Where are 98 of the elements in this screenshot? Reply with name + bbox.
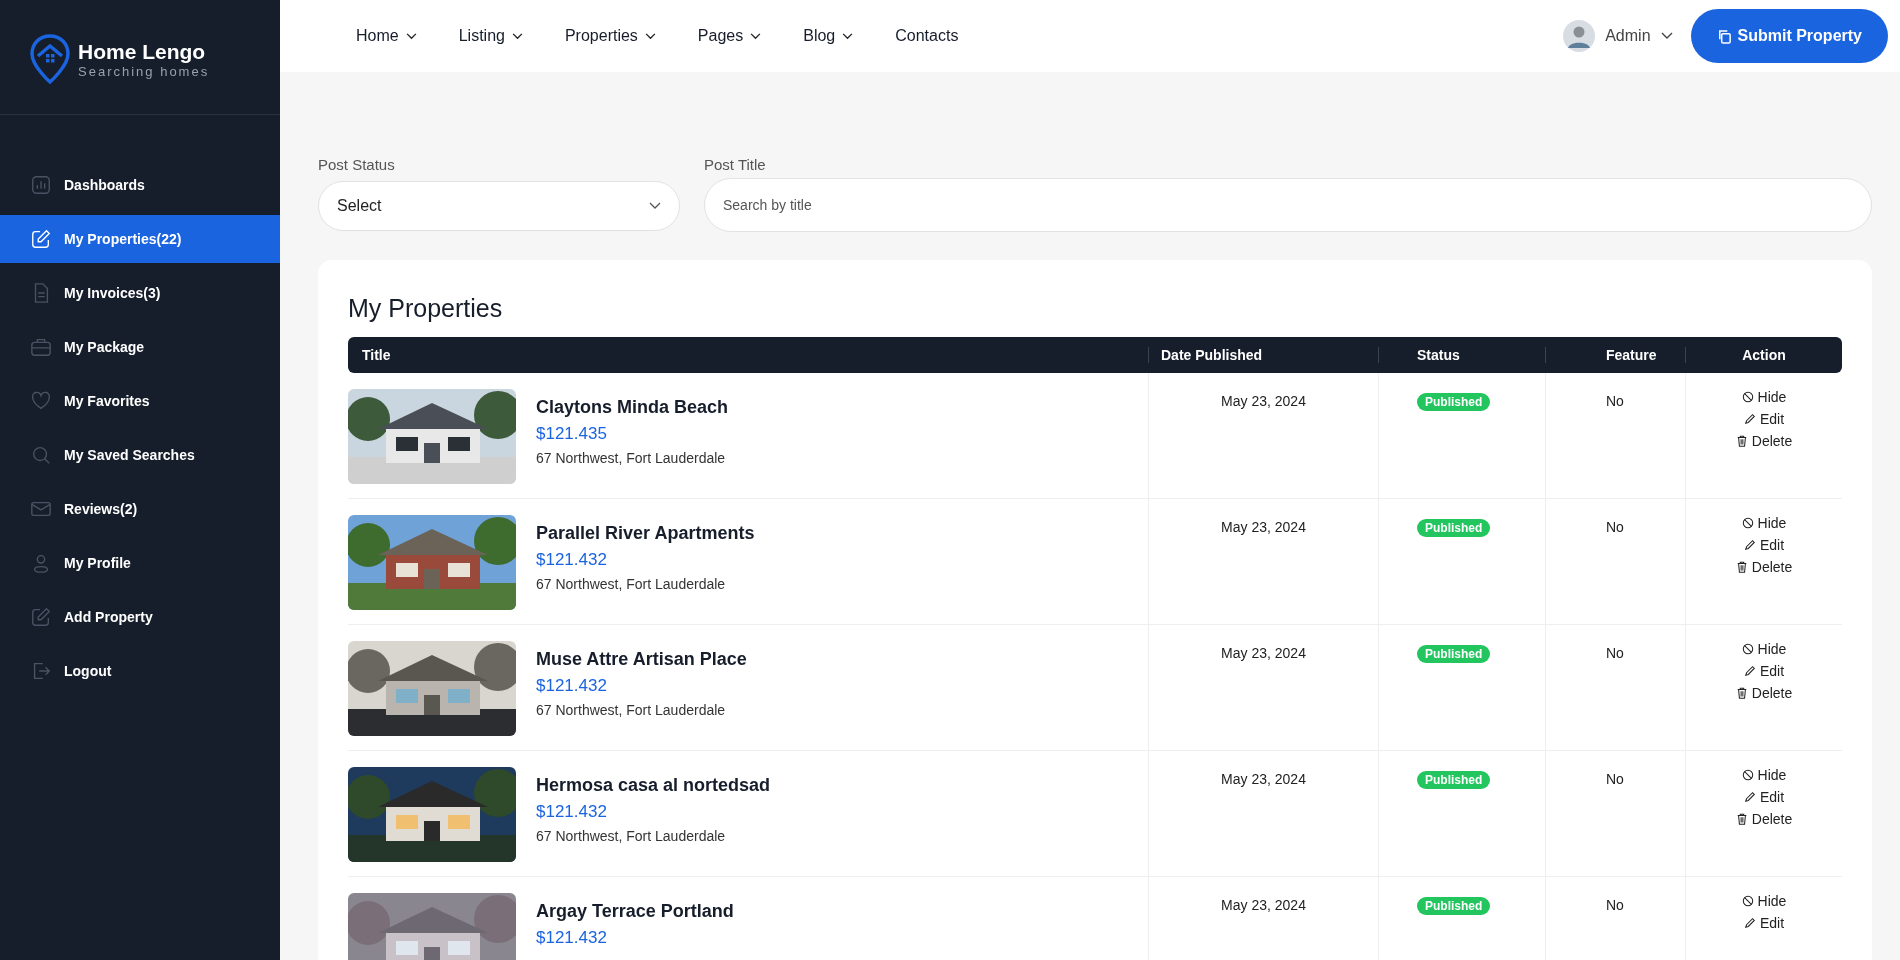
feature-text: No (1606, 897, 1624, 913)
property-name[interactable]: Hermosa casa al nortedsad (536, 775, 771, 796)
property-price: $121.432 (536, 928, 608, 948)
nav-link[interactable]: Home (356, 27, 417, 45)
nav-link[interactable]: Properties (564, 27, 656, 45)
search-icon (30, 444, 52, 466)
action-link[interactable]: Delete (1735, 685, 1793, 701)
action-link[interactable]: Edit (1743, 915, 1785, 931)
hide-icon (1741, 517, 1754, 529)
action-link[interactable]: Edit (1743, 537, 1785, 553)
date-text: May 23, 2024 (1221, 771, 1306, 787)
chevron-down-icon (649, 202, 661, 210)
chart-icon (30, 174, 52, 196)
card-title: My Properties (348, 294, 504, 323)
field-label: Post Status (318, 156, 396, 173)
hide-icon (1741, 643, 1754, 655)
action-link[interactable]: Edit (1743, 789, 1785, 805)
briefcase-icon (30, 336, 52, 358)
action-link[interactable]: Hide (1741, 893, 1787, 909)
date-text: May 23, 2024 (1221, 519, 1306, 535)
action-link[interactable]: Delete (1735, 811, 1793, 827)
action-link[interactable]: Hide (1741, 515, 1787, 531)
column-header: Date Published (1148, 347, 1378, 363)
search-field[interactable]: Search by title (704, 178, 1872, 232)
chevron-down-icon (1660, 32, 1673, 40)
status-badge: Published (1417, 897, 1491, 915)
feature-text: No (1606, 771, 1624, 787)
nav-link[interactable]: Blog (803, 27, 854, 45)
status-badge: Published (1417, 771, 1491, 789)
house-pin-icon (30, 34, 70, 84)
trash-icon (1735, 435, 1748, 447)
sidebar-item[interactable]: My Properties(22) (0, 215, 280, 263)
action-link[interactable]: Delete (1735, 559, 1793, 575)
property-address: 67 Northwest, Fort Lauderdale (536, 702, 727, 718)
nav-link[interactable]: Pages (697, 27, 762, 45)
trash-icon (1735, 561, 1748, 573)
property-price: $121.432 (536, 676, 608, 696)
sidebar-item[interactable]: My Saved Searches (0, 431, 280, 479)
action-link[interactable]: Delete (1735, 433, 1793, 449)
copy-icon (1716, 28, 1732, 44)
action-link[interactable]: Hide (1741, 767, 1787, 783)
property-address: 67 Northwest, Fort Lauderdale (536, 576, 727, 592)
edit-icon (30, 228, 52, 250)
edit-icon (1743, 665, 1756, 677)
property-name[interactable]: Claytons Minda Beach (536, 397, 729, 418)
edit-icon (1743, 791, 1756, 803)
sidebar-item[interactable]: Add Property (0, 593, 280, 641)
status-badge: Published (1417, 645, 1491, 663)
column-header: Feature (1545, 347, 1685, 363)
property-price: $121.432 (536, 550, 608, 570)
edit-icon (1743, 413, 1756, 425)
property-name[interactable]: Argay Terrace Portland (536, 901, 734, 922)
status-select[interactable]: Select (318, 181, 680, 231)
sidebar-item[interactable]: Logout (0, 647, 280, 695)
avatar-icon (1563, 20, 1596, 52)
field-label: Post Title (704, 156, 767, 173)
feature-text: No (1606, 393, 1624, 409)
nav-link[interactable]: Listing (458, 27, 523, 45)
brand-name: Home Lengo (78, 39, 207, 64)
date-text: May 23, 2024 (1221, 645, 1306, 661)
hide-icon (1741, 391, 1754, 403)
edit-icon (1743, 539, 1756, 551)
property-price: $121.435 (536, 424, 608, 444)
trash-icon (1735, 687, 1748, 699)
property-price: $121.432 (536, 802, 608, 822)
action-link[interactable]: Edit (1743, 663, 1785, 679)
submit-property-button[interactable]: Submit Property (1690, 9, 1888, 63)
user-menu[interactable]: Admin (1563, 20, 1673, 52)
sidebar-item[interactable]: My Package (0, 323, 280, 371)
column-header: Title (361, 347, 392, 363)
heart-icon (30, 390, 52, 412)
hide-icon (1741, 895, 1754, 907)
status-badge: Published (1417, 519, 1491, 537)
property-name[interactable]: Parallel River Apartments (536, 523, 755, 544)
edit-icon (30, 606, 52, 628)
sidebar-item[interactable]: Dashboards (0, 161, 280, 209)
sidebar-item[interactable]: Reviews(2) (0, 485, 280, 533)
column-header: Status (1378, 347, 1545, 363)
property-address: 67 Northwest, Fort Lauderdale (536, 450, 727, 466)
nav-link[interactable]: Contacts (895, 27, 959, 45)
action-link[interactable]: Edit (1743, 411, 1785, 427)
hide-icon (1741, 769, 1754, 781)
sidebar-item[interactable]: My Invoices(3) (0, 269, 280, 317)
edit-icon (1743, 917, 1756, 929)
trash-icon (1735, 813, 1748, 825)
action-link[interactable]: Hide (1741, 641, 1787, 657)
brand-tagline: Searching homes (78, 63, 210, 79)
property-address: 67 Northwest, Fort Lauderdale (536, 828, 727, 844)
date-text: May 23, 2024 (1221, 393, 1306, 409)
column-header: Action (1685, 347, 1842, 363)
property-name[interactable]: Muse Attre Artisan Place (536, 649, 747, 670)
sidebar-item[interactable]: My Favorites (0, 377, 280, 425)
feature-text: No (1606, 519, 1624, 535)
status-badge: Published (1417, 393, 1491, 411)
sidebar-item[interactable]: My Profile (0, 539, 280, 587)
date-text: May 23, 2024 (1221, 897, 1306, 913)
action-link[interactable]: Hide (1741, 389, 1787, 405)
feature-text: No (1606, 645, 1624, 661)
